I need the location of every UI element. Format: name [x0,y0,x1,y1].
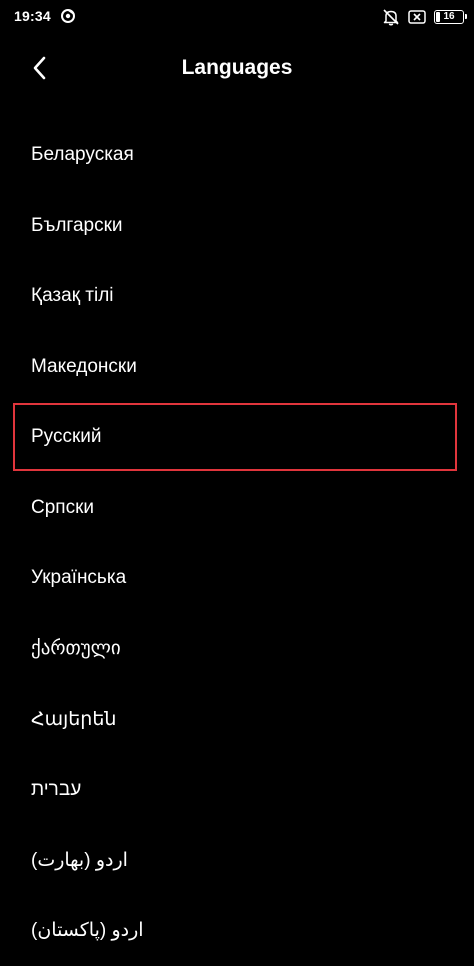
language-list: Беларуская Български Қазақ тілі Македонс… [0,120,474,966]
status-icons: 16 [382,7,464,27]
language-item-georgian[interactable]: ქართული [0,614,474,685]
language-item-urdu-pakistan[interactable]: اردو (پاکستان) [0,896,474,966]
header: Languages [0,40,474,96]
language-item-kazakh[interactable]: Қазақ тілі [0,261,474,332]
status-bar: 19:34 16 [0,0,474,34]
alarm-off-icon [382,8,400,26]
chrome-icon [61,9,75,23]
language-item-macedonian[interactable]: Македонски [0,332,474,403]
status-time: 19:34 [14,8,51,24]
page-title: Languages [0,56,474,80]
language-item-hebrew[interactable]: עברית [0,755,474,826]
language-item-urdu-india[interactable]: اردو (بھارت) [0,825,474,896]
language-item-armenian[interactable]: Հայերեն [0,684,474,755]
battery-fill [436,12,440,22]
battery-level: 16 [443,12,454,22]
language-item-bulgarian[interactable]: Български [0,191,474,262]
language-item-belarusian[interactable]: Беларуская [0,120,474,191]
language-item-ukrainian[interactable]: Українська [0,543,474,614]
language-item-serbian[interactable]: Српски [0,473,474,544]
language-item-russian[interactable]: Русский [13,403,457,471]
no-sim-icon [408,10,426,24]
battery-icon: 16 [434,10,464,24]
